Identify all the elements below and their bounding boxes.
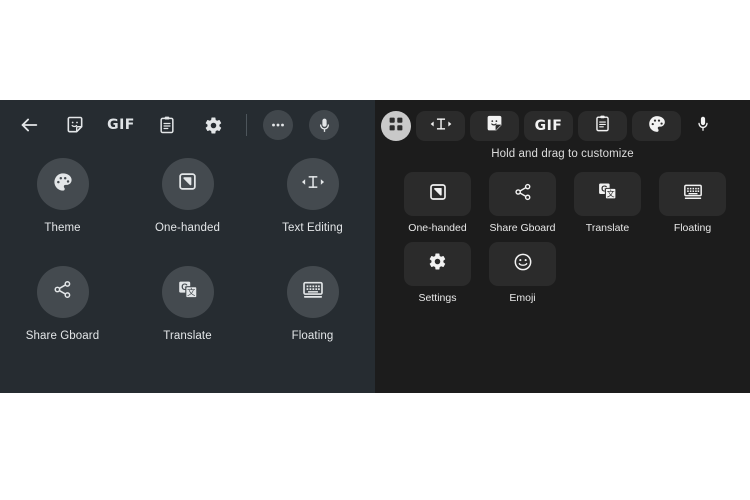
one-handed-icon [177, 171, 198, 197]
translate-icon-circle: G 文 [161, 266, 214, 318]
gear-icon [428, 252, 447, 276]
screenshot-stage: GIF Theme One-handed Text Editing Share … [0, 0, 750, 500]
one-handed-tile [404, 172, 471, 216]
left-item-label: Translate [163, 330, 212, 342]
right-item-floating[interactable]: Floating [651, 172, 734, 234]
right-item-label: One-handed [408, 222, 467, 234]
palette-icon [52, 171, 74, 198]
floating-icon-circle [286, 266, 339, 318]
toolbar-divider [246, 114, 247, 136]
more-options-button[interactable] [255, 102, 301, 148]
right-item-one-handed[interactable]: One-handed [396, 172, 479, 234]
left-item-label: Share Gboard [25, 330, 100, 342]
grid-apps-icon [388, 116, 404, 137]
right-item-label: Share Gboard [489, 222, 556, 234]
one-handed-icon [428, 182, 448, 207]
left-item-share-gboard[interactable]: Share Gboard [0, 266, 125, 342]
more-options-chip [263, 110, 293, 140]
back-arrow-icon [18, 114, 40, 136]
microphone-icon [694, 115, 712, 138]
right-feature-grid: One-handed Share Gboard G 文 Translate Fl… [396, 172, 734, 304]
gif-icon: GIF [107, 117, 135, 133]
floating-tile [659, 172, 726, 216]
theme-button[interactable] [632, 111, 681, 141]
gear-icon [204, 116, 223, 135]
sticker-icon [65, 115, 85, 135]
translate-icon: G 文 [597, 181, 618, 207]
clipboard-button[interactable] [578, 111, 627, 141]
sticker-button[interactable] [470, 111, 519, 141]
translate-tile: G 文 [574, 172, 641, 216]
left-item-text-editing[interactable]: Text Editing [250, 158, 375, 234]
all-apps-button[interactable] [381, 111, 411, 141]
back-button[interactable] [6, 102, 52, 148]
text-editing-icon [429, 115, 453, 138]
voice-input-button[interactable] [688, 111, 718, 141]
right-toolbar: GIF [375, 106, 750, 146]
left-item-theme[interactable]: Theme [0, 158, 125, 234]
microphone-icon [316, 117, 333, 134]
right-item-label: Emoji [509, 292, 536, 304]
floating-keyboard-icon [301, 279, 325, 306]
left-item-translate[interactable]: G 文 Translate [125, 266, 250, 342]
right-item-emoji[interactable]: Emoji [481, 242, 564, 304]
text-editing-button[interactable] [416, 111, 465, 141]
one-handed-icon-circle [161, 158, 214, 210]
settings-gear-button[interactable] [190, 102, 236, 148]
share-tile [489, 172, 556, 216]
voice-input-button[interactable] [301, 102, 347, 148]
gif-icon: GIF [534, 118, 563, 134]
text-editing-icon-circle [286, 158, 339, 210]
share-icon [513, 182, 533, 207]
svg-text:文: 文 [607, 188, 615, 198]
voice-input-chip [309, 110, 339, 140]
svg-text:文: 文 [187, 287, 195, 297]
gboard-expanded-menu-panel: GIF Theme One-handed Text Editing Share … [0, 100, 375, 393]
gif-button[interactable]: GIF [98, 102, 144, 148]
palette-icon [647, 114, 667, 139]
sticker-icon [485, 114, 504, 138]
left-item-label: Text Editing [282, 222, 343, 234]
left-item-label: Floating [291, 330, 334, 342]
translate-icon: G 文 [177, 279, 199, 306]
right-item-label: Translate [585, 222, 630, 234]
share-icon [52, 279, 73, 305]
clipboard-icon [593, 114, 612, 138]
left-feature-grid: Theme One-handed Text Editing Share Gboa… [0, 158, 375, 342]
gboard-customize-panel: GIF Hold and drag to customize One-hande… [375, 100, 750, 393]
right-item-label: Settings [418, 292, 457, 304]
left-item-label: Theme [44, 222, 81, 234]
right-item-translate[interactable]: G 文 Translate [566, 172, 649, 234]
emoji-icon [513, 252, 533, 277]
clipboard-icon [157, 115, 177, 135]
left-item-one-handed[interactable]: One-handed [125, 158, 250, 234]
customize-hint-text: Hold and drag to customize [491, 148, 634, 160]
right-item-label: Floating [673, 222, 712, 234]
left-item-label: One-handed [155, 222, 220, 234]
left-toolbar: GIF [0, 100, 375, 150]
left-item-floating[interactable]: Floating [250, 266, 375, 342]
right-item-settings[interactable]: Settings [396, 242, 479, 304]
share-icon-circle [36, 266, 89, 318]
right-item-share-gboard[interactable]: Share Gboard [481, 172, 564, 234]
gif-button[interactable]: GIF [524, 111, 573, 141]
text-editing-icon [301, 172, 325, 197]
theme-icon-circle [36, 158, 89, 210]
clipboard-button[interactable] [144, 102, 190, 148]
more-horizontal-icon [269, 116, 287, 134]
sticker-button[interactable] [52, 102, 98, 148]
emoji-tile [489, 242, 556, 286]
floating-keyboard-icon [682, 182, 704, 207]
settings-tile [404, 242, 471, 286]
